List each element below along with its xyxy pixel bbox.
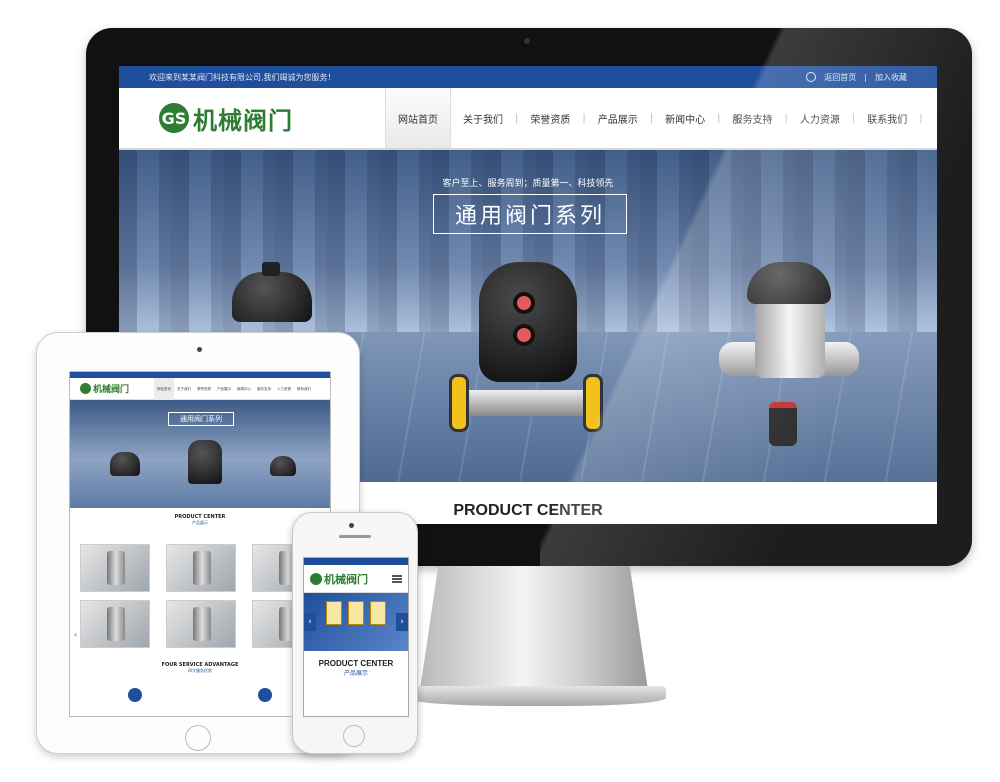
banner-title: 通用阀门系列: [433, 194, 627, 234]
product-grid: [70, 526, 330, 648]
valve-flange: [449, 374, 469, 432]
monitor-base: [408, 686, 666, 706]
carousel-next-icon[interactable]: ›: [396, 613, 408, 631]
camera-icon: [524, 38, 530, 44]
top-bar: 欢迎来到某某阀门科技有限公司,我们竭诚为您服务！ 返回首页 | 加入收藏: [119, 66, 937, 88]
banner-tagline: 客户至上、服务周到；质量第一、科技领先: [442, 179, 614, 189]
valve-knob: [262, 262, 280, 276]
phone-screen: 机械阀门 ‹ › PRODUCT CENTER 产品展示: [303, 557, 409, 717]
product-thumbnail[interactable]: [80, 544, 150, 592]
nav-separator: |: [919, 112, 923, 124]
main-nav: 网站首页 关于我们 荣誉资质 产品展示 新闻中心 服务支持 人力资源 联系我们: [154, 377, 314, 400]
speaker-grille: [339, 535, 371, 538]
home-button[interactable]: [343, 725, 365, 747]
valve-actuator: [769, 402, 797, 446]
globe-icon: [806, 72, 817, 82]
site-header: 机械阀门 网站首页 关于我们 荣誉资质 产品展示 新闻中心 服务支持 人力资源 …: [70, 377, 330, 400]
logo-mark-icon: [80, 383, 91, 394]
product-section-subtitle: 产品展示: [343, 670, 368, 677]
valve-image-right: [719, 262, 859, 452]
logo-mark-icon: [310, 572, 322, 585]
carousel-prev-icon[interactable]: ‹: [304, 613, 316, 631]
logo-mark-icon: GS: [159, 103, 189, 133]
nav-item-about[interactable]: 关于我们: [451, 88, 515, 148]
hero-banner[interactable]: ‹ ›: [304, 593, 408, 651]
valve-image: [270, 456, 296, 476]
top-links: 返回首页 | 加入收藏: [806, 72, 907, 83]
menu-icon[interactable]: [392, 574, 402, 583]
monitor-stand: [420, 566, 648, 690]
valve-image-center: [449, 262, 609, 442]
site-header: 机械阀门: [304, 565, 408, 593]
advantage-row: [70, 688, 330, 702]
certificate-image: [348, 601, 364, 625]
product-thumbnail[interactable]: [166, 600, 236, 648]
camera-icon: [197, 347, 202, 352]
logo[interactable]: 机械阀门: [310, 571, 368, 587]
responsive-mockup: 欢迎来到某某阀门科技有限公司,我们竭诚为您服务！ 返回首页 | 加入收藏 GS …: [0, 0, 1000, 782]
valve-pipe: [455, 390, 603, 416]
logo-text: 机械阀门: [193, 105, 293, 135]
logo[interactable]: 机械阀门: [70, 382, 154, 395]
tools-icon: [128, 688, 142, 702]
valve-body: [479, 262, 577, 382]
certificate-image: [326, 601, 342, 625]
valve-cap: [232, 272, 312, 322]
valve-port: [513, 292, 535, 314]
home-link[interactable]: 返回首页: [824, 72, 856, 83]
valve-image-left: [224, 262, 320, 326]
hero-banner[interactable]: 通用阀门系列: [70, 400, 330, 508]
nav-item-news[interactable]: 新闻中心: [653, 88, 717, 148]
site-header: GS 机械阀门 网站首页 关于我们 | 荣誉资质 | 产品展示 | 新闻中心 |…: [119, 88, 937, 150]
nav-item-service[interactable]: 服务支持: [721, 88, 785, 148]
valve-port: [513, 324, 535, 346]
nav-item-products[interactable]: 产品展示: [214, 378, 234, 400]
nav-item-contact[interactable]: 联系我们: [294, 378, 314, 400]
nav-item-hr[interactable]: 人力资源: [274, 378, 294, 400]
valve-body: [755, 302, 825, 378]
logo-text: 机械阀门: [93, 385, 130, 395]
product-thumbnail[interactable]: [80, 600, 150, 648]
nav-item-contact[interactable]: 联系我们: [855, 88, 919, 148]
valve-flange: [583, 374, 603, 432]
camera-icon: [349, 523, 354, 528]
carousel-prev-icon[interactable]: ‹: [74, 630, 77, 639]
nav-item-service[interactable]: 服务支持: [254, 378, 274, 400]
nav-item-products[interactable]: 产品展示: [586, 88, 650, 148]
banner-title: 通用阀门系列: [168, 412, 234, 426]
valve-cap: [747, 262, 831, 304]
home-button[interactable]: [185, 725, 211, 751]
nav-item-honors[interactable]: 荣誉资质: [194, 378, 214, 400]
main-nav: 网站首页 关于我们 | 荣誉资质 | 产品展示 | 新闻中心 | 服务支持 | …: [385, 88, 923, 148]
phone-frame: 机械阀门 ‹ › PRODUCT CENTER 产品展示: [292, 512, 418, 754]
top-bar: [304, 558, 408, 565]
thumbs-up-icon: [258, 688, 272, 702]
nav-item-about[interactable]: 关于我们: [174, 378, 194, 400]
certificate-image: [370, 601, 386, 625]
nav-item-hr[interactable]: 人力资源: [788, 88, 852, 148]
nav-item-honors[interactable]: 荣誉资质: [518, 88, 582, 148]
welcome-text: 欢迎来到某某阀门科技有限公司,我们竭诚为您服务！: [149, 72, 336, 82]
divider: |: [864, 72, 867, 82]
logo[interactable]: GS 机械阀门: [119, 88, 385, 148]
valve-image: [110, 452, 140, 476]
nav-item-home[interactable]: 网站首页: [385, 88, 451, 148]
favorite-link[interactable]: 加入收藏: [875, 72, 907, 83]
logo-text: 机械阀门: [324, 572, 368, 586]
advantage-section-subtitle: 四大服务优势: [188, 668, 212, 673]
product-section-title: PRODUCT CENTER: [318, 659, 394, 668]
nav-item-news[interactable]: 新闻中心: [234, 378, 254, 400]
nav-item-home[interactable]: 网站首页: [154, 377, 174, 400]
valve-image: [188, 440, 222, 484]
product-thumbnail[interactable]: [166, 544, 236, 592]
